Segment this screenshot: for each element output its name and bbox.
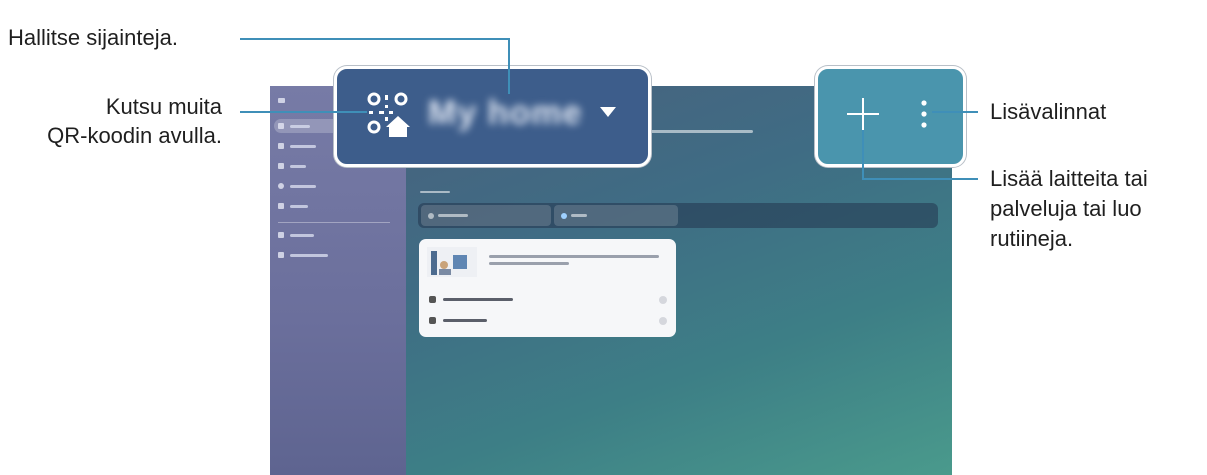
menu-icon[interactable]: [278, 94, 285, 106]
status-text: [438, 214, 468, 217]
qr-home-icon[interactable]: [365, 91, 411, 137]
routines-icon: [278, 183, 284, 189]
callout-line: [508, 38, 510, 94]
callout-line: [240, 38, 510, 40]
callout-add-line2: palveluja tai luo: [990, 196, 1142, 221]
callout-line: [862, 178, 978, 180]
callout-add-line3: rutiineja.: [990, 226, 1074, 251]
callout-invite-line2: QR-koodin avulla.: [47, 123, 222, 148]
callout-line: [862, 130, 864, 180]
devices-icon: [278, 143, 284, 149]
callout-add-line1: Lisää laitteita tai: [990, 166, 1148, 191]
callout-more-options: Lisävalinnat: [990, 99, 1107, 124]
kebab-icon[interactable]: [919, 99, 929, 129]
callout-line: [240, 111, 367, 113]
star-icon: [429, 316, 436, 324]
sidebar-item-notifications[interactable]: [278, 249, 328, 261]
sidebar-item-menu[interactable]: [278, 200, 308, 212]
sidebar-item-life[interactable]: [278, 160, 306, 172]
callout-line: [932, 111, 978, 113]
plus-icon[interactable]: [847, 98, 879, 130]
weather-icon: [428, 213, 434, 219]
star-icon: [429, 295, 436, 303]
actions-magnified: [815, 66, 966, 167]
caret-down-icon[interactable]: [600, 107, 616, 117]
home-icon: [278, 123, 284, 129]
sidebar-item-routines[interactable]: [278, 180, 316, 192]
sidebar-item-map-view[interactable]: [278, 229, 314, 241]
map-icon: [278, 232, 284, 238]
explore-row[interactable]: [429, 294, 513, 304]
add-favourites-row[interactable]: [429, 315, 487, 325]
list-icon: [278, 203, 284, 209]
status-text: [571, 214, 587, 217]
illustration-icon: [427, 247, 477, 277]
sidebar-divider: [278, 222, 390, 223]
getting-started-card: [419, 239, 676, 337]
add-circle-icon[interactable]: [659, 317, 667, 325]
callout-manage-locations: Hallitse sijainteja.: [8, 25, 178, 50]
intro-text: [648, 130, 753, 133]
sidebar-item-devices[interactable]: [278, 140, 316, 152]
bell-icon: [278, 252, 284, 258]
life-icon: [278, 163, 284, 169]
sidebar-item-home[interactable]: [278, 120, 310, 132]
section-heading: [420, 191, 450, 193]
callout-invite-line1: Kutsu muita: [105, 94, 222, 119]
location-title[interactable]: My home: [428, 94, 582, 133]
card-text: [489, 262, 569, 265]
card-text: [489, 255, 659, 258]
chevron-right-icon[interactable]: [659, 296, 667, 304]
status-bar: [418, 203, 938, 228]
energy-icon: [561, 213, 567, 219]
